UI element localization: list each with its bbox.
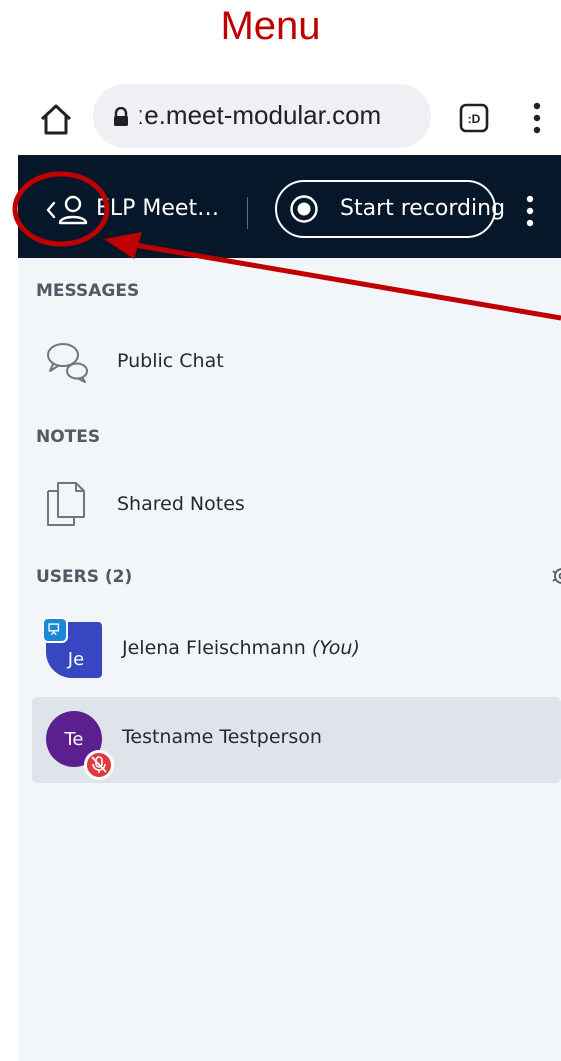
you-label: (You) xyxy=(311,637,360,659)
meeting-app: ELP Meet… Start recording MESSAGES Publi… xyxy=(18,155,561,1061)
shared-notes-icon xyxy=(47,482,85,526)
user-name[interactable]: Testname Testperson xyxy=(122,726,322,748)
shared-notes-item[interactable]: Shared Notes xyxy=(117,493,245,515)
meeting-title: ELP Meet… xyxy=(96,196,220,221)
annotation-caption: Menu xyxy=(220,4,321,48)
user-name[interactable]: Jelena Fleischmann (You) xyxy=(122,637,360,659)
notes-header: NOTES xyxy=(36,427,101,447)
chat-icon xyxy=(47,343,88,383)
navbar-divider xyxy=(247,197,248,229)
top-navbar: ELP Meet… Start recording xyxy=(18,155,561,258)
lock-icon xyxy=(114,107,128,126)
options-menu-icon[interactable] xyxy=(524,193,536,229)
user-list-toggle-icon[interactable] xyxy=(40,193,92,227)
url-text: ːe.meet-modular.com xyxy=(137,100,382,130)
home-icon[interactable] xyxy=(38,101,74,137)
record-icon xyxy=(290,195,318,223)
public-chat-item[interactable]: Public Chat xyxy=(117,350,224,372)
muted-mic-icon xyxy=(84,750,114,780)
tab-switcher-icon[interactable]: :D xyxy=(459,103,489,133)
messages-header: MESSAGES xyxy=(36,281,140,301)
start-recording-label: Start recording xyxy=(340,196,506,221)
gear-icon[interactable] xyxy=(550,564,561,588)
address-bar[interactable]: ːe.meet-modular.com xyxy=(93,84,431,148)
presenter-icon xyxy=(42,617,68,643)
start-recording-button[interactable]: Start recording xyxy=(275,180,505,238)
users-header: USERS (2) xyxy=(36,567,133,587)
user-name-text: Jelena Fleischmann xyxy=(122,637,306,659)
browser-menu-icon[interactable] xyxy=(528,100,546,136)
tab-count: :D xyxy=(468,112,481,126)
